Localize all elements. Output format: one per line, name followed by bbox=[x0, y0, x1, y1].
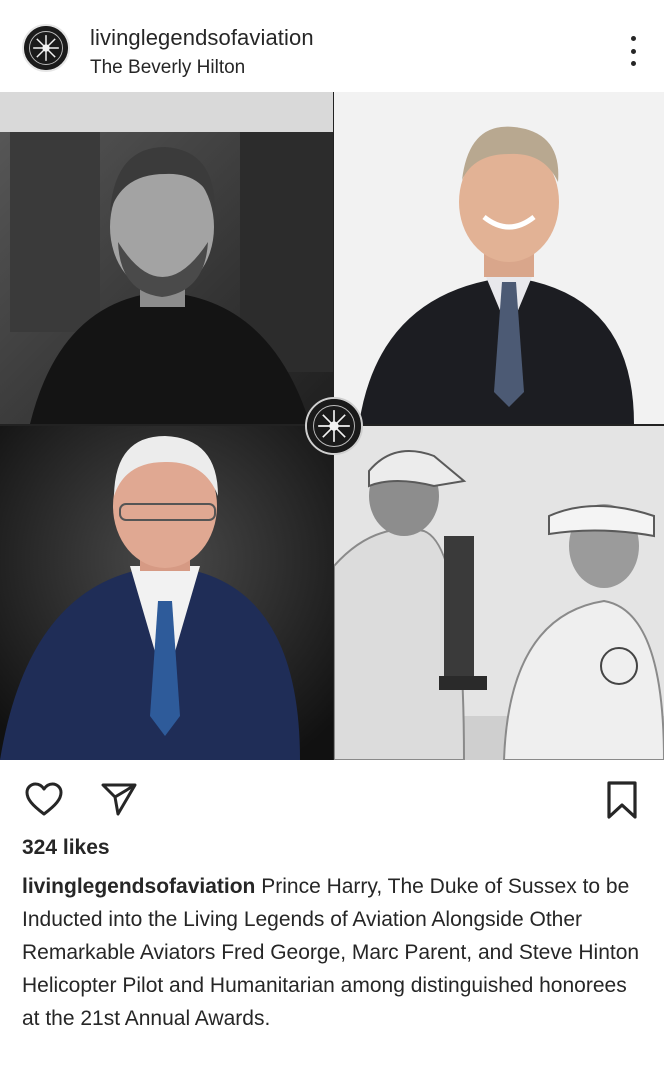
post-header: livinglegendsofaviation The Beverly Hilt… bbox=[0, 0, 664, 92]
heart-icon[interactable] bbox=[24, 780, 64, 820]
bookmark-icon[interactable] bbox=[604, 780, 640, 820]
post-actions bbox=[0, 768, 664, 828]
photo-bottom-right bbox=[334, 426, 664, 760]
photo-top-right bbox=[334, 92, 664, 424]
caption-username[interactable]: livinglegendsofaviation bbox=[22, 875, 255, 898]
more-options-icon[interactable] bbox=[622, 36, 644, 66]
photo-top-left bbox=[0, 92, 333, 424]
likes-count[interactable]: 324 likes bbox=[22, 836, 110, 860]
profile-avatar[interactable] bbox=[22, 24, 70, 72]
send-icon[interactable] bbox=[100, 780, 138, 818]
living-legends-logo-icon bbox=[24, 26, 68, 70]
living-legends-seal-icon bbox=[305, 397, 363, 455]
caption-text: Prince Harry, The Duke of Sussex to be I… bbox=[22, 875, 640, 1030]
photo-bottom-left bbox=[0, 426, 333, 760]
post-username[interactable]: livinglegendsofaviation bbox=[90, 25, 314, 51]
post-location[interactable]: The Beverly Hilton bbox=[90, 57, 245, 79]
post-caption: livinglegendsofaviation Prince Harry, Th… bbox=[22, 870, 646, 1035]
